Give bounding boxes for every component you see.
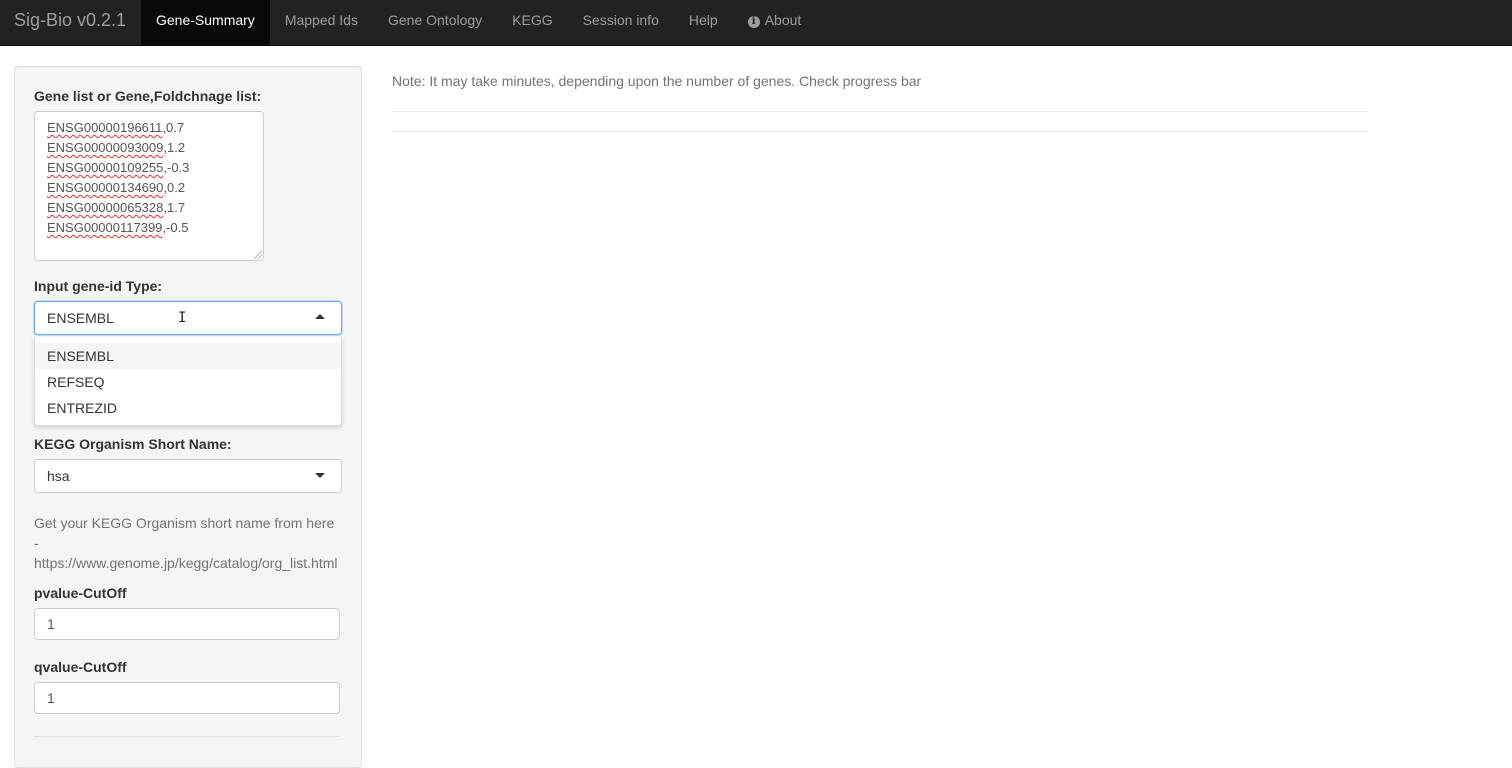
gene-list-line: ENSG00000134690,0.2 — [47, 180, 186, 195]
kegg-organism-label: KEGG Organism Short Name: — [34, 436, 232, 452]
info-circle-icon: i — [747, 16, 760, 28]
tab-help[interactable]: Help — [674, 0, 733, 45]
ibeam-cursor-icon: I — [178, 310, 187, 326]
caret-up-icon — [315, 314, 325, 319]
gene-id-type-value: ENSEMBL — [47, 310, 114, 326]
tab-mapped-ids[interactable]: Mapped Ids — [270, 0, 373, 45]
tab-session-info[interactable]: Session info — [568, 0, 674, 45]
divider — [392, 111, 1369, 112]
divider — [392, 131, 1369, 132]
nav-tabs: Gene-Summary Mapped Ids Gene Ontology KE… — [141, 0, 816, 45]
note-text: Note: It may take minutes, depending upo… — [392, 73, 922, 89]
gene-list-line: ENSG00000109255,-0.3 — [47, 160, 190, 175]
qvalue-input[interactable]: 1 — [34, 682, 340, 714]
app-brand[interactable]: Sig-Bio v0.2.1 — [14, 0, 126, 45]
option-ensembl[interactable]: ENSEMBL — [35, 343, 341, 369]
sidebar-divider — [34, 736, 340, 737]
tab-kegg[interactable]: KEGG — [497, 0, 567, 45]
gene-list-label: Gene list or Gene,Foldchnage list: — [34, 88, 262, 104]
kegg-organism-select[interactable]: hsa — [34, 459, 342, 493]
option-refseq[interactable]: REFSEQ — [35, 369, 341, 395]
gene-list-line: ENSG00000065328,1.7 — [47, 200, 186, 215]
kegg-organism-value: hsa — [47, 468, 70, 484]
navbar: Sig-Bio v0.2.1 Gene-Summary Mapped Ids G… — [0, 0, 1512, 46]
tab-about[interactable]: i About — [733, 0, 817, 45]
gene-id-type-select[interactable]: ENSEMBL I — [34, 301, 342, 335]
gene-id-type-label: Input gene-id Type: — [34, 278, 163, 294]
option-entrezid[interactable]: ENTREZID — [35, 395, 341, 421]
tab-gene-summary[interactable]: Gene-Summary — [141, 0, 270, 45]
caret-down-icon — [315, 473, 325, 478]
tab-gene-ontology[interactable]: Gene Ontology — [373, 0, 497, 45]
pvalue-label: pvalue-CutOff — [34, 585, 127, 601]
gene-list-line: ENSG00000093009,1.2 — [47, 140, 186, 155]
tab-about-label: About — [764, 12, 802, 28]
pvalue-input[interactable]: 1 — [34, 608, 340, 640]
kegg-help-text: Get your KEGG Organism short name from h… — [34, 515, 338, 571]
qvalue-label: qvalue-CutOff — [34, 659, 127, 675]
gene-id-type-dropdown: ENSEMBL REFSEQ ENTREZID — [34, 337, 342, 426]
gene-list-line: ENSG00000196611,0.7 — [47, 120, 185, 135]
resize-handle[interactable] — [254, 251, 262, 259]
gene-list-textarea[interactable]: ENSG00000196611,0.7 ENSG00000093009,1.2 … — [34, 111, 264, 261]
gene-list-line: ENSG00000117399,-0.5 — [47, 220, 189, 235]
